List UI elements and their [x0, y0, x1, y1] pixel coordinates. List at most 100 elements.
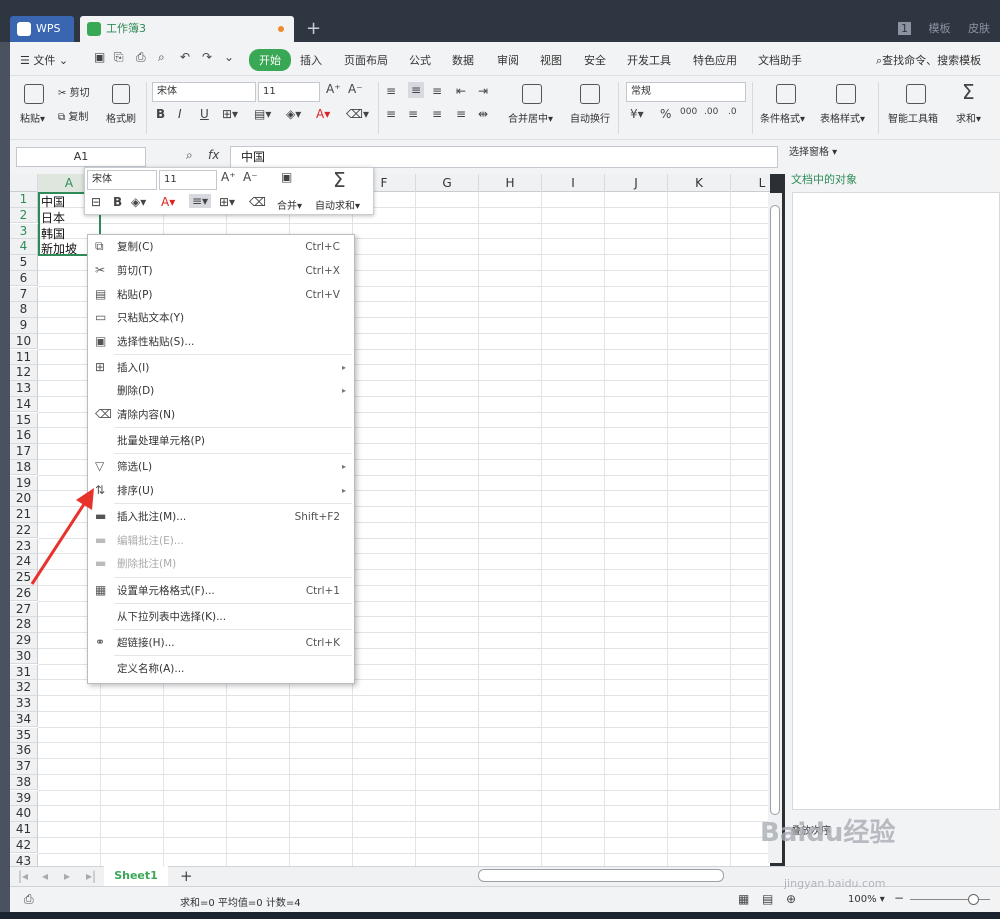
align-middle-icon[interactable]: ≡: [408, 82, 425, 98]
font-grow-icon[interactable]: A⁺: [221, 170, 236, 184]
row-header[interactable]: 26: [10, 585, 38, 602]
row-header[interactable]: 2: [10, 207, 38, 224]
menu-developer[interactable]: 开发工具: [627, 52, 671, 68]
thousands-icon[interactable]: 000: [680, 107, 697, 117]
copy-button[interactable]: ⧉ 复制: [58, 108, 88, 123]
decrease-decimal-icon[interactable]: .0: [728, 107, 737, 117]
page-break-view-icon[interactable]: ▤: [762, 892, 773, 906]
paste-icon[interactable]: [24, 84, 44, 104]
align-bottom-icon[interactable]: ≡: [432, 84, 442, 98]
vertical-scroll-thumb[interactable]: [770, 205, 780, 815]
row-header[interactable]: 35: [10, 727, 38, 744]
merge-center-button[interactable]: 合并居中▾: [508, 110, 553, 125]
sheet-tab-sheet1[interactable]: Sheet1: [104, 866, 168, 886]
underline-icon[interactable]: U: [200, 107, 209, 121]
percent-icon[interactable]: %: [660, 107, 671, 121]
font-shrink-icon[interactable]: A⁻: [243, 170, 258, 184]
context-menu-item[interactable]: 删除(D) ▸: [88, 380, 354, 402]
add-sheet-button[interactable]: +: [180, 867, 193, 885]
save-icon[interactable]: ▣: [94, 50, 105, 64]
sigma-icon[interactable]: Σ: [962, 80, 975, 104]
context-menu-item[interactable]: ▬ 插入批注(M)... Shift+F2: [88, 506, 354, 528]
menu-features[interactable]: 特色应用: [693, 52, 737, 68]
format-painter-button[interactable]: 格式刷: [106, 110, 136, 125]
sum-button[interactable]: 求和▾: [956, 110, 981, 125]
bold-icon[interactable]: B: [156, 107, 165, 121]
context-menu-item[interactable]: ▤ 粘贴(P) Ctrl+V: [88, 284, 354, 306]
toolbox-icon[interactable]: [906, 84, 926, 104]
row-header[interactable]: 17: [10, 444, 38, 460]
row-header[interactable]: 33: [10, 696, 38, 712]
menu-insert[interactable]: 插入: [300, 52, 322, 68]
row-header[interactable]: 38: [10, 774, 38, 791]
context-menu-item[interactable]: ▽ 筛选(L) ▸: [88, 456, 354, 478]
cut-button[interactable]: ✂ 剪切: [58, 84, 90, 99]
align-left-icon[interactable]: ≡: [386, 107, 396, 121]
increase-decimal-icon[interactable]: .00: [704, 107, 718, 117]
distribute-icon[interactable]: ⇹: [478, 107, 488, 121]
number-format-select[interactable]: 常规: [626, 82, 746, 102]
context-menu-item[interactable]: ▭ 只粘贴文本(Y): [88, 307, 354, 329]
font-size-select[interactable]: 11: [258, 82, 320, 102]
merge-small-icon[interactable]: ⊟: [91, 195, 101, 209]
row-header[interactable]: 4: [10, 239, 38, 255]
clear-icon[interactable]: ⌫▾: [346, 107, 369, 121]
justify-icon[interactable]: ≡: [456, 107, 466, 121]
row-header[interactable]: 37: [10, 759, 38, 775]
row-header[interactable]: 34: [10, 711, 38, 728]
column-header[interactable]: H: [479, 174, 542, 192]
row-header[interactable]: 13: [10, 381, 38, 397]
row-header[interactable]: 27: [10, 601, 38, 618]
zoom-icon[interactable]: ⌕: [186, 148, 193, 163]
align-icon[interactable]: ≡▾: [189, 194, 212, 208]
row-header[interactable]: 39: [10, 790, 38, 807]
fx-icon[interactable]: fx: [208, 148, 219, 162]
menu-doc-assistant[interactable]: 文档助手: [758, 52, 802, 68]
row-header[interactable]: 7: [10, 286, 38, 303]
border-icon[interactable]: ⊞▾: [219, 195, 235, 209]
zoom-out-icon[interactable]: −: [894, 891, 904, 905]
merge-icon[interactable]: ▣: [281, 170, 292, 184]
row-header[interactable]: 1: [10, 192, 38, 208]
conditional-format-icon[interactable]: [776, 84, 796, 104]
context-menu-item[interactable]: 定义名称(A)...: [88, 658, 354, 680]
font-grow-icon[interactable]: A⁺: [326, 82, 341, 96]
zoom-level[interactable]: 100% ▾: [848, 894, 885, 905]
align-top-icon[interactable]: ≡: [386, 84, 396, 98]
wrap-text-button[interactable]: 自动换行: [570, 110, 610, 125]
context-menu-item[interactable]: ⚭ 超链接(H)... Ctrl+K: [88, 632, 354, 654]
redo-icon[interactable]: ↷: [202, 50, 212, 64]
row-header[interactable]: 29: [10, 633, 38, 649]
menu-file[interactable]: ☰ 文件 ⌄: [20, 52, 68, 68]
undo-icon[interactable]: ↶: [180, 50, 190, 64]
wrap-icon[interactable]: [580, 84, 600, 104]
name-box[interactable]: A1: [16, 147, 146, 167]
context-menu-item[interactable]: 批量处理单元格(P): [88, 430, 354, 452]
command-search[interactable]: ⌕查找命令、搜索模板: [876, 52, 981, 68]
row-header[interactable]: 6: [10, 270, 38, 287]
skin-button[interactable]: 皮肤: [968, 22, 990, 35]
horizontal-scrollbar[interactable]: [478, 869, 724, 882]
zoom-slider-thumb[interactable]: [968, 894, 979, 905]
paste-button[interactable]: 粘贴▾: [20, 110, 45, 125]
brush-icon[interactable]: [112, 84, 130, 104]
bold-icon[interactable]: B: [113, 195, 122, 209]
menu-start[interactable]: 开始: [249, 49, 291, 71]
font-color-icon[interactable]: A▾: [161, 195, 175, 209]
row-header[interactable]: 11: [10, 349, 38, 366]
row-header[interactable]: 8: [10, 302, 38, 318]
menu-data[interactable]: 数据: [452, 52, 474, 68]
row-header[interactable]: 9: [10, 318, 38, 334]
reading-mode-icon[interactable]: ⊕: [786, 892, 796, 906]
column-header[interactable]: J: [605, 174, 668, 192]
objects-list[interactable]: [792, 192, 1000, 810]
last-sheet-icon[interactable]: ▸|: [86, 869, 96, 883]
first-sheet-icon[interactable]: |◂: [18, 869, 28, 883]
sigma-icon[interactable]: Σ: [333, 168, 346, 192]
menu-formula[interactable]: 公式: [409, 52, 431, 68]
more-icon[interactable]: ⌄: [224, 50, 234, 64]
column-header[interactable]: G: [416, 174, 479, 192]
table-style-icon[interactable]: [836, 84, 856, 104]
row-header[interactable]: 10: [10, 333, 38, 350]
normal-view-icon[interactable]: ▦: [738, 892, 749, 906]
